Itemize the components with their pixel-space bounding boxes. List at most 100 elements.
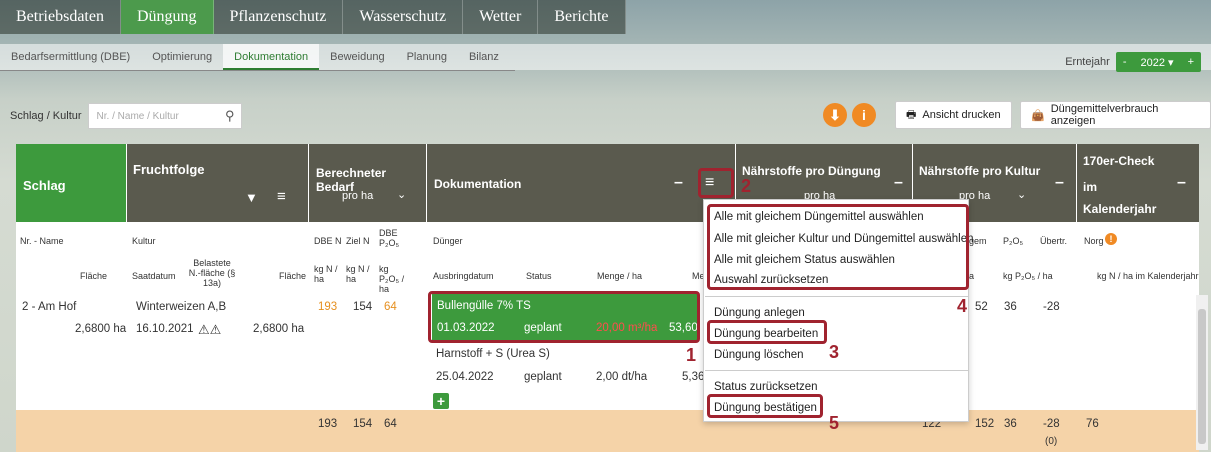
chevron-down-icon[interactable]: ⌄ bbox=[397, 188, 406, 201]
annotation-2: 2 bbox=[741, 176, 752, 196]
subtab-dokumentation[interactable]: Dokumentation bbox=[223, 44, 320, 70]
sum-dben: 193 bbox=[318, 418, 338, 430]
sum-check: 76 bbox=[1086, 418, 1099, 430]
header-fruchtfolge: Fruchtfolge ▼ ≡ bbox=[127, 144, 309, 222]
menu-icon[interactable]: ≡ bbox=[277, 188, 286, 205]
subtab-planung[interactable]: Planung bbox=[396, 44, 458, 70]
info-icon[interactable]: ! bbox=[1105, 233, 1117, 245]
menu-delete-duengung[interactable]: Düngung löschen bbox=[714, 349, 804, 361]
highlight-4 bbox=[707, 204, 969, 290]
nk-value-1: 52 bbox=[975, 301, 988, 313]
header-170er-check: 170er-Check im Kalenderjahr – bbox=[1077, 144, 1199, 222]
tab-wetter[interactable]: Wetter bbox=[463, 0, 539, 34]
col-norg: Norg bbox=[1084, 236, 1104, 246]
sum-dbep: 64 bbox=[384, 418, 397, 430]
dbep-value: 64 bbox=[384, 301, 397, 313]
flaeche-value: 2,6800 ha bbox=[253, 323, 305, 335]
unit-kgn2: kg N / ha bbox=[346, 264, 370, 284]
duenger2-date: 25.04.2022 bbox=[436, 371, 494, 383]
col-dbep: DBE P₂O₅ bbox=[379, 228, 400, 248]
menu-divider bbox=[705, 296, 969, 297]
top-navigation: Betriebsdaten Düngung Pflanzenschutz Was… bbox=[0, 0, 626, 34]
sort-flaeche[interactable]: Fläche bbox=[80, 271, 107, 281]
filter-label: Schlag / Kultur bbox=[10, 110, 82, 122]
sum-k4b: (0) bbox=[1045, 436, 1058, 447]
annotation-4: 4 bbox=[957, 296, 968, 316]
highlight-5 bbox=[707, 394, 823, 418]
nk-value-3: -28 bbox=[1043, 301, 1060, 313]
download-icon[interactable]: ⬇ bbox=[823, 103, 847, 127]
highlight-2 bbox=[698, 168, 734, 198]
sum-zieln: 154 bbox=[353, 418, 373, 430]
search-input[interactable]: Nr. / Name / Kultur ⚲ bbox=[87, 103, 242, 129]
unit-kgp: kg P₂O₅ / ha bbox=[379, 264, 405, 294]
header-schlag[interactable]: Schlag bbox=[16, 144, 127, 222]
sort-nrname[interactable]: Nr. - Name bbox=[20, 236, 64, 246]
erntejahr-selector: Erntejahr - 2022 ▾ + bbox=[1065, 52, 1201, 72]
erntejahr-control: - 2022 ▾ + bbox=[1115, 52, 1201, 72]
tab-betriebsdaten[interactable]: Betriebsdaten bbox=[0, 0, 121, 34]
tab-pflanzenschutz[interactable]: Pflanzenschutz bbox=[214, 0, 344, 34]
print-label: Ansicht drucken bbox=[922, 109, 1001, 121]
schlag-name[interactable]: 2 - Am Hof bbox=[22, 301, 76, 313]
col-zieln: Ziel N bbox=[346, 236, 370, 246]
schlag-flaeche: 2,6800 ha bbox=[75, 323, 127, 335]
subtab-optimierung[interactable]: Optimierung bbox=[141, 44, 223, 70]
sum-k3: 36 bbox=[1004, 418, 1017, 430]
tab-duengung[interactable]: Düngung bbox=[120, 0, 214, 34]
sum-k2: 152 bbox=[975, 418, 995, 430]
year-plus-button[interactable]: + bbox=[1181, 56, 1201, 68]
search-icon[interactable]: ⚲ bbox=[225, 108, 235, 124]
col-flaeche: Fläche bbox=[279, 271, 307, 281]
menu-divider bbox=[705, 370, 969, 371]
year-dropdown[interactable]: 2022 ▾ bbox=[1134, 56, 1181, 69]
annotation-5: 5 bbox=[829, 413, 840, 433]
bag-icon: 👜 bbox=[1031, 109, 1045, 122]
chevron-down-icon[interactable]: ⌄ bbox=[1017, 188, 1026, 201]
print-button[interactable]: 🖶 Ansicht drucken bbox=[895, 101, 1012, 129]
collapse-icon[interactable]: – bbox=[1177, 174, 1186, 192]
subtab-bedarfsermittlung[interactable]: Bedarfsermittlung (DBE) bbox=[0, 44, 141, 70]
add-duengung-button[interactable]: + bbox=[433, 393, 449, 409]
erntejahr-label: Erntejahr bbox=[1065, 56, 1110, 68]
scrollbar[interactable] bbox=[1196, 295, 1208, 450]
saatdatum-value: 16.10.2021 bbox=[136, 323, 194, 335]
kultur-name: Winterweizen A,B bbox=[136, 301, 227, 313]
subtab-bilanz[interactable]: Bilanz bbox=[458, 44, 510, 70]
info-icon[interactable]: i bbox=[852, 103, 876, 127]
search-placeholder: Nr. / Name / Kultur bbox=[96, 110, 179, 122]
header-dokumentation: Dokumentation – ≡ bbox=[427, 144, 736, 222]
menu-reset-status[interactable]: Status zurücksetzen bbox=[714, 381, 818, 393]
year-minus-button[interactable]: - bbox=[1116, 56, 1134, 68]
annotation-3: 3 bbox=[829, 342, 840, 362]
subnav-divider bbox=[0, 70, 515, 71]
col-saatdatum: Saatdatum bbox=[132, 271, 176, 281]
unit-kgpha: kg P₂O₅ / ha bbox=[1003, 271, 1053, 281]
header-bedarf: Berechneter Bedarf pro ha ⌄ bbox=[309, 144, 427, 222]
summary-row bbox=[16, 410, 1199, 452]
collapse-icon[interactable]: – bbox=[894, 174, 903, 192]
printer-icon: 🖶 bbox=[906, 108, 917, 121]
dben-value: 193 bbox=[318, 301, 338, 313]
usage-button[interactable]: 👜 Düngemittelverbrauch anzeigen bbox=[1020, 101, 1211, 129]
warning-icon: ⚠⚠ bbox=[198, 322, 222, 337]
col-ausbringdatum: Ausbringdatum bbox=[433, 271, 494, 281]
scrollbar-thumb[interactable] bbox=[1198, 309, 1206, 444]
zieln-value: 154 bbox=[353, 301, 373, 313]
duenger2-menge: 2,00 dt/ha bbox=[596, 371, 648, 383]
tab-berichte[interactable]: Berichte bbox=[538, 0, 626, 34]
duenger2-name[interactable]: Harnstoff + S (Urea S) bbox=[436, 348, 550, 360]
col-kultur: Kultur bbox=[132, 236, 156, 246]
duenger2-me: 5,36 bbox=[682, 371, 705, 383]
col-uebertr: Übertr. bbox=[1040, 236, 1068, 246]
menu-create-duengung[interactable]: Düngung anlegen bbox=[714, 307, 805, 319]
tab-wasserschutz[interactable]: Wasserschutz bbox=[343, 0, 464, 34]
col-dben: DBE N bbox=[314, 236, 342, 246]
usage-label: Düngemittelverbrauch anzeigen bbox=[1050, 103, 1159, 127]
collapse-icon[interactable]: – bbox=[674, 174, 683, 192]
col-belastete: Belastete N.-fläche (§ 13a) bbox=[188, 258, 236, 288]
collapse-icon[interactable]: – bbox=[1055, 174, 1064, 192]
filter-icon[interactable]: ▼ bbox=[245, 190, 258, 205]
subtab-beweidung[interactable]: Beweidung bbox=[319, 44, 395, 70]
nk-value-2: 36 bbox=[1004, 301, 1017, 313]
